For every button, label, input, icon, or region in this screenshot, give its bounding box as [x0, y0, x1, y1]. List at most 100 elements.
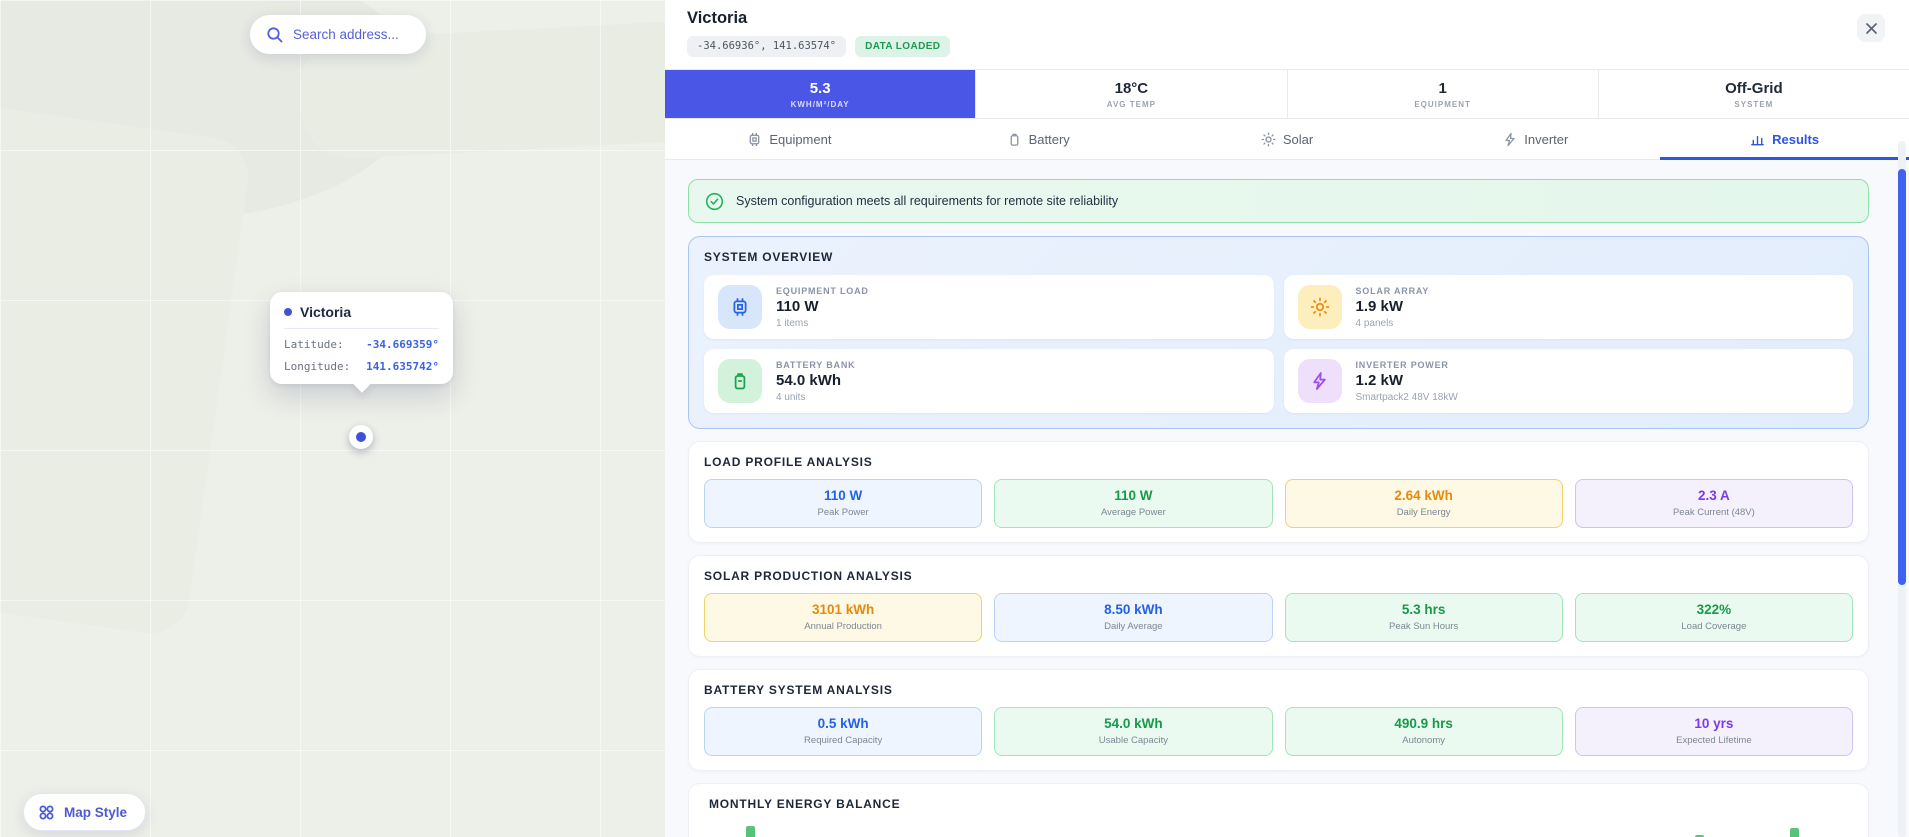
check-circle-icon [705, 192, 724, 211]
stat-value: 18°C [1114, 79, 1149, 97]
metric-average-power: 110 W Average Power [994, 479, 1273, 528]
results-content: System configuration meets all requireme… [665, 160, 1909, 837]
section-title: LOAD PROFILE ANALYSIS [704, 455, 873, 469]
tab-label: Results [1772, 131, 1820, 147]
map-style-button[interactable]: Map Style [23, 793, 147, 831]
overview-card-inverter-power: INVERTER POWER 1.2 kW Smartpack2 48V 18k… [1283, 349, 1853, 413]
panel-header: Victoria -34.66936°, 141.63574° DATA LOA… [665, 0, 1909, 69]
tab-label: Equipment [769, 131, 832, 147]
stat-label: EQUIPMENT [1414, 99, 1471, 109]
panel-scrollbar-thumb[interactable] [1898, 169, 1906, 585]
overview-card-battery-bank: BATTERY BANK 54.0 kWh 4 units [704, 349, 1274, 413]
chip-icon [747, 132, 762, 147]
metric-label: Autonomy [1402, 735, 1446, 746]
card-sub: 4 panels [1355, 317, 1394, 329]
metric-label: Annual Production [804, 621, 882, 632]
tab-battery[interactable]: Battery [914, 119, 1163, 159]
metric-expected-lifetime: 10 yrs Expected Lifetime [1574, 707, 1853, 756]
close-panel-button[interactable] [1857, 14, 1885, 42]
metric-daily-energy: 2.64 kWh Daily Energy [1284, 479, 1563, 528]
stats-row: 5.3 KWH/M²/DAY 18°C AVG TEMP 1 EQUIPMENT… [665, 69, 1909, 119]
production-bar [745, 826, 755, 837]
metric-label: Daily Average [1104, 621, 1163, 632]
longitude-value: 141.635742° [366, 360, 439, 373]
close-icon [1865, 22, 1878, 35]
metric-value: 490.9 hrs [1394, 716, 1453, 731]
stat-value: 1 [1438, 79, 1447, 97]
chip-icon [718, 285, 762, 329]
card-label: INVERTER POWER [1355, 359, 1449, 370]
grid-icon [38, 804, 55, 821]
metric-peak-sun-hours: 5.3 hrs Peak Sun Hours [1284, 593, 1563, 642]
stat-solar-irradiance[interactable]: 5.3 KWH/M²/DAY [665, 70, 977, 118]
stat-equipment-count[interactable]: 1 EQUIPMENT [1287, 70, 1599, 118]
metric-label: Usable Capacity [1098, 735, 1168, 746]
card-value: 54.0 kWh [776, 371, 842, 389]
map-style-label: Map Style [64, 804, 128, 820]
panel-scrollbar-track[interactable] [1898, 141, 1906, 837]
bar-chart-icon [1750, 132, 1765, 147]
solar-production-analysis-section: SOLAR PRODUCTION ANALYSIS 3101 kWh Annua… [688, 555, 1869, 657]
coordinates-badge: -34.66936°, 141.63574° [687, 36, 847, 57]
map-canvas[interactable]: Search address... Victoria Latitude: -34… [0, 0, 665, 837]
popup-location-name: Victoria [300, 304, 352, 320]
stat-avg-temp[interactable]: 18°C AVG TEMP [976, 70, 1288, 118]
metric-value: 110 W [823, 488, 863, 503]
tab-label: Battery [1028, 131, 1070, 147]
metric-value: 5.3 hrs [1401, 602, 1446, 617]
stat-label: KWH/M²/DAY [790, 99, 850, 109]
map-marker[interactable] [349, 425, 373, 449]
metric-label: Peak Power [817, 507, 869, 518]
results-panel: Victoria -34.66936°, 141.63574° DATA LOA… [665, 0, 1909, 837]
tab-inverter[interactable]: Inverter [1411, 119, 1660, 159]
panel-title: Victoria [687, 9, 748, 27]
tab-label: Inverter [1524, 131, 1569, 147]
system-overview-section: SYSTEM OVERVIEW EQUIPMENT LOAD 110 W 1 i… [688, 236, 1869, 429]
latitude-row: Latitude: -34.669359° [284, 338, 439, 351]
location-dot-icon [284, 308, 292, 316]
map-road-grid [0, 0, 665, 837]
longitude-row: Longitude: 141.635742° [284, 360, 439, 373]
tab-results[interactable]: Results [1660, 119, 1909, 160]
section-title: MONTHLY ENERGY BALANCE [709, 797, 901, 811]
card-value: 1.9 kW [1355, 297, 1404, 315]
metric-load-coverage: 322% Load Coverage [1574, 593, 1853, 642]
battery-icon [1007, 132, 1022, 147]
stat-label: SYSTEM [1734, 99, 1774, 109]
stat-system-type[interactable]: Off-Grid SYSTEM [1598, 70, 1909, 118]
production-bar [1789, 828, 1799, 837]
metric-value: 10 yrs [1694, 716, 1734, 731]
popup-title-row: Victoria [284, 304, 439, 329]
latitude-label: Latitude: [284, 338, 344, 351]
load-profile-analysis-section: LOAD PROFILE ANALYSIS 110 W Peak Power 1… [688, 441, 1869, 543]
sun-icon [1261, 131, 1276, 147]
search-address-box[interactable]: Search address... [250, 15, 426, 54]
metric-peak-power: 110 W Peak Power [704, 479, 983, 528]
banner-message: System configuration meets all requireme… [736, 194, 1119, 208]
bar-group-dec [1789, 828, 1811, 837]
tab-solar[interactable]: Solar [1163, 119, 1412, 159]
tab-equipment[interactable]: Equipment [665, 119, 914, 159]
metric-value: 3101 kWh [811, 602, 875, 617]
tab-label: Solar [1282, 131, 1314, 147]
overview-card-solar-array: SOLAR ARRAY 1.9 kW 4 panels [1283, 275, 1853, 339]
metric-value: 2.64 kWh [1394, 488, 1453, 503]
battery-system-analysis-section: BATTERY SYSTEM ANALYSIS 0.5 kWh Required… [688, 669, 1869, 771]
bolt-icon [1297, 359, 1342, 403]
card-sub: Smartpack2 48V 18kW [1355, 391, 1458, 403]
sun-icon [1297, 285, 1342, 329]
metric-label: Load Coverage [1681, 621, 1747, 632]
metric-usable-capacity: 54.0 kWh Usable Capacity [994, 707, 1273, 756]
monthly-chart-bars [709, 824, 1848, 837]
card-label: SOLAR ARRAY [1355, 285, 1430, 296]
metric-value: 110 W [1114, 488, 1153, 503]
metric-label: Expected Lifetime [1676, 735, 1752, 746]
card-label: EQUIPMENT LOAD [776, 285, 869, 296]
tabs-row: Equipment Battery Solar Inverter Results [665, 119, 1909, 160]
stat-value: 5.3 [809, 79, 831, 97]
metric-peak-current: 2.3 A Peak Current (48V) [1574, 479, 1853, 528]
metric-value: 2.3 A [1697, 488, 1730, 503]
metric-value: 0.5 kWh [817, 716, 869, 731]
section-title: SYSTEM OVERVIEW [704, 250, 834, 264]
latitude-value: -34.669359° [366, 338, 439, 351]
